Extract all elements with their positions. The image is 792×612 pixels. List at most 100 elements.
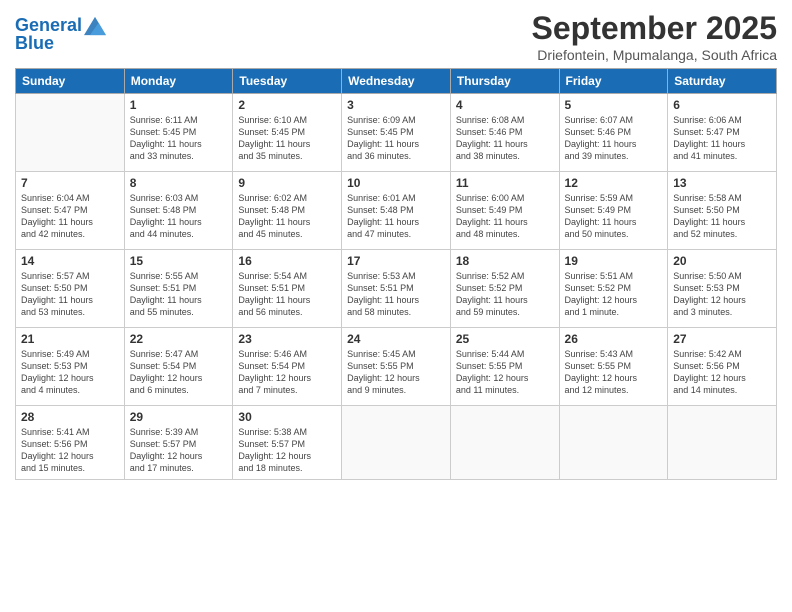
day-number: 30 bbox=[238, 410, 336, 424]
day-number: 29 bbox=[130, 410, 228, 424]
cell-info: Sunrise: 5:52 AMSunset: 5:52 PMDaylight:… bbox=[456, 270, 554, 319]
calendar-cell bbox=[559, 406, 668, 480]
day-number: 7 bbox=[21, 176, 119, 190]
cell-info: Sunrise: 6:07 AMSunset: 5:46 PMDaylight:… bbox=[565, 114, 663, 163]
calendar-cell bbox=[342, 406, 451, 480]
cell-info: Sunrise: 6:08 AMSunset: 5:46 PMDaylight:… bbox=[456, 114, 554, 163]
day-number: 22 bbox=[130, 332, 228, 346]
week-row-4: 21 Sunrise: 5:49 AMSunset: 5:53 PMDayligh… bbox=[16, 328, 777, 406]
day-number: 16 bbox=[238, 254, 336, 268]
calendar-cell bbox=[16, 94, 125, 172]
calendar-cell: 7 Sunrise: 6:04 AMSunset: 5:47 PMDaylight… bbox=[16, 172, 125, 250]
day-number: 15 bbox=[130, 254, 228, 268]
calendar-cell: 24 Sunrise: 5:45 AMSunset: 5:55 PMDayligh… bbox=[342, 328, 451, 406]
calendar-cell: 26 Sunrise: 5:43 AMSunset: 5:55 PMDayligh… bbox=[559, 328, 668, 406]
cell-info: Sunrise: 6:00 AMSunset: 5:49 PMDaylight:… bbox=[456, 192, 554, 241]
cell-info: Sunrise: 6:04 AMSunset: 5:47 PMDaylight:… bbox=[21, 192, 119, 241]
day-number: 28 bbox=[21, 410, 119, 424]
calendar-cell: 27 Sunrise: 5:42 AMSunset: 5:56 PMDayligh… bbox=[668, 328, 777, 406]
day-number: 21 bbox=[21, 332, 119, 346]
calendar-cell bbox=[450, 406, 559, 480]
calendar-cell: 13 Sunrise: 5:58 AMSunset: 5:50 PMDayligh… bbox=[668, 172, 777, 250]
cell-info: Sunrise: 5:39 AMSunset: 5:57 PMDaylight:… bbox=[130, 426, 228, 475]
calendar-cell: 14 Sunrise: 5:57 AMSunset: 5:50 PMDayligh… bbox=[16, 250, 125, 328]
day-number: 4 bbox=[456, 98, 554, 112]
cell-info: Sunrise: 5:44 AMSunset: 5:55 PMDaylight:… bbox=[456, 348, 554, 397]
header: General Blue September 2025 Driefontein,… bbox=[15, 10, 777, 63]
cell-info: Sunrise: 5:53 AMSunset: 5:51 PMDaylight:… bbox=[347, 270, 445, 319]
day-number: 14 bbox=[21, 254, 119, 268]
calendar-cell: 18 Sunrise: 5:52 AMSunset: 5:52 PMDayligh… bbox=[450, 250, 559, 328]
day-number: 8 bbox=[130, 176, 228, 190]
calendar-cell: 3 Sunrise: 6:09 AMSunset: 5:45 PMDaylight… bbox=[342, 94, 451, 172]
cell-info: Sunrise: 5:54 AMSunset: 5:51 PMDaylight:… bbox=[238, 270, 336, 319]
weekday-header-wednesday: Wednesday bbox=[342, 69, 451, 94]
calendar-cell: 22 Sunrise: 5:47 AMSunset: 5:54 PMDayligh… bbox=[124, 328, 233, 406]
cell-info: Sunrise: 6:09 AMSunset: 5:45 PMDaylight:… bbox=[347, 114, 445, 163]
calendar-cell: 15 Sunrise: 5:55 AMSunset: 5:51 PMDayligh… bbox=[124, 250, 233, 328]
cell-info: Sunrise: 5:47 AMSunset: 5:54 PMDaylight:… bbox=[130, 348, 228, 397]
calendar-cell: 16 Sunrise: 5:54 AMSunset: 5:51 PMDayligh… bbox=[233, 250, 342, 328]
calendar-cell: 17Sunrise: 5:53 AMSunset: 5:51 PMDayligh… bbox=[342, 250, 451, 328]
cell-info: Sunrise: 6:02 AMSunset: 5:48 PMDaylight:… bbox=[238, 192, 336, 241]
day-number: 12 bbox=[565, 176, 663, 190]
day-number: 9 bbox=[238, 176, 336, 190]
cell-info: Sunrise: 5:42 AMSunset: 5:56 PMDaylight:… bbox=[673, 348, 771, 397]
day-number: 24 bbox=[347, 332, 445, 346]
day-number: 10 bbox=[347, 176, 445, 190]
weekday-header-sunday: Sunday bbox=[16, 69, 125, 94]
title-area: September 2025 Driefontein, Mpumalanga, … bbox=[532, 10, 777, 63]
cell-info: Sunrise: 5:41 AMSunset: 5:56 PMDaylight:… bbox=[21, 426, 119, 475]
day-number: 18 bbox=[456, 254, 554, 268]
calendar-cell: 8 Sunrise: 6:03 AMSunset: 5:48 PMDaylight… bbox=[124, 172, 233, 250]
calendar-cell bbox=[668, 406, 777, 480]
day-number: 1 bbox=[130, 98, 228, 112]
day-number: 13 bbox=[673, 176, 771, 190]
day-number: 6 bbox=[673, 98, 771, 112]
day-number: 2 bbox=[238, 98, 336, 112]
header-row: SundayMondayTuesdayWednesdayThursdayFrid… bbox=[16, 69, 777, 94]
cell-info: Sunrise: 5:57 AMSunset: 5:50 PMDaylight:… bbox=[21, 270, 119, 319]
calendar-cell: 9 Sunrise: 6:02 AMSunset: 5:48 PMDaylight… bbox=[233, 172, 342, 250]
day-number: 11 bbox=[456, 176, 554, 190]
calendar-cell: 25 Sunrise: 5:44 AMSunset: 5:55 PMDayligh… bbox=[450, 328, 559, 406]
cell-info: Sunrise: 5:58 AMSunset: 5:50 PMDaylight:… bbox=[673, 192, 771, 241]
weekday-header-saturday: Saturday bbox=[668, 69, 777, 94]
cell-info: Sunrise: 5:59 AMSunset: 5:49 PMDaylight:… bbox=[565, 192, 663, 241]
calendar-cell: 20 Sunrise: 5:50 AMSunset: 5:53 PMDayligh… bbox=[668, 250, 777, 328]
day-number: 5 bbox=[565, 98, 663, 112]
calendar-cell: 19Sunrise: 5:51 AMSunset: 5:52 PMDayligh… bbox=[559, 250, 668, 328]
calendar-cell: 2Sunrise: 6:10 AMSunset: 5:45 PMDaylight… bbox=[233, 94, 342, 172]
weekday-header-tuesday: Tuesday bbox=[233, 69, 342, 94]
weekday-header-thursday: Thursday bbox=[450, 69, 559, 94]
calendar-cell: 23 Sunrise: 5:46 AMSunset: 5:54 PMDayligh… bbox=[233, 328, 342, 406]
month-title: September 2025 bbox=[532, 10, 777, 47]
cell-info: Sunrise: 6:11 AMSunset: 5:45 PMDaylight:… bbox=[130, 114, 228, 163]
day-number: 25 bbox=[456, 332, 554, 346]
week-row-1: 1 Sunrise: 6:11 AMSunset: 5:45 PMDaylight… bbox=[16, 94, 777, 172]
calendar-cell: 28 Sunrise: 5:41 AMSunset: 5:56 PMDayligh… bbox=[16, 406, 125, 480]
cell-info: Sunrise: 6:03 AMSunset: 5:48 PMDaylight:… bbox=[130, 192, 228, 241]
week-row-3: 14 Sunrise: 5:57 AMSunset: 5:50 PMDayligh… bbox=[16, 250, 777, 328]
calendar-cell: 5 Sunrise: 6:07 AMSunset: 5:46 PMDaylight… bbox=[559, 94, 668, 172]
day-number: 27 bbox=[673, 332, 771, 346]
calendar-cell: 6Sunrise: 6:06 AMSunset: 5:47 PMDaylight… bbox=[668, 94, 777, 172]
calendar-cell: 30 Sunrise: 5:38 AMSunset: 5:57 PMDayligh… bbox=[233, 406, 342, 480]
cell-info: Sunrise: 5:38 AMSunset: 5:57 PMDaylight:… bbox=[238, 426, 336, 475]
day-number: 26 bbox=[565, 332, 663, 346]
cell-info: Sunrise: 5:50 AMSunset: 5:53 PMDaylight:… bbox=[673, 270, 771, 319]
logo: General Blue bbox=[15, 15, 106, 54]
cell-info: Sunrise: 5:55 AMSunset: 5:51 PMDaylight:… bbox=[130, 270, 228, 319]
day-number: 20 bbox=[673, 254, 771, 268]
cell-info: Sunrise: 5:45 AMSunset: 5:55 PMDaylight:… bbox=[347, 348, 445, 397]
cell-info: Sunrise: 5:46 AMSunset: 5:54 PMDaylight:… bbox=[238, 348, 336, 397]
calendar-cell: 1 Sunrise: 6:11 AMSunset: 5:45 PMDaylight… bbox=[124, 94, 233, 172]
weekday-header-monday: Monday bbox=[124, 69, 233, 94]
day-number: 23 bbox=[238, 332, 336, 346]
cell-info: Sunrise: 5:51 AMSunset: 5:52 PMDaylight:… bbox=[565, 270, 663, 319]
day-number: 3 bbox=[347, 98, 445, 112]
cell-info: Sunrise: 5:49 AMSunset: 5:53 PMDaylight:… bbox=[21, 348, 119, 397]
calendar-cell: 29 Sunrise: 5:39 AMSunset: 5:57 PMDayligh… bbox=[124, 406, 233, 480]
cell-info: Sunrise: 5:43 AMSunset: 5:55 PMDaylight:… bbox=[565, 348, 663, 397]
calendar-cell: 21 Sunrise: 5:49 AMSunset: 5:53 PMDayligh… bbox=[16, 328, 125, 406]
